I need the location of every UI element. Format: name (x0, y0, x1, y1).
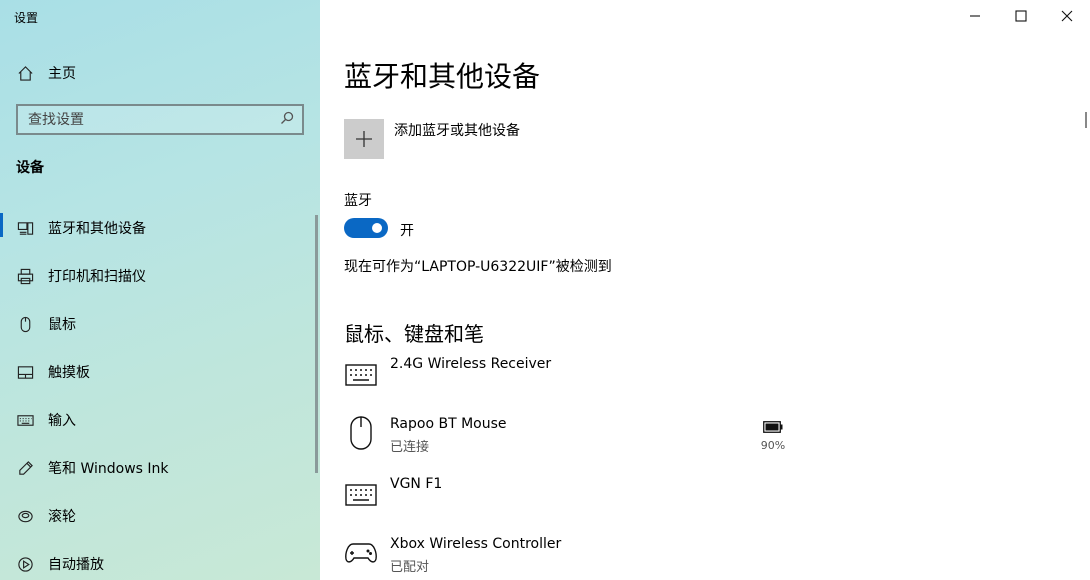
bluetooth-heading: 蓝牙 (344, 193, 372, 209)
autoplay-icon (16, 555, 34, 573)
device-name: Rapoo BT Mouse (390, 416, 507, 432)
main-scrollbar[interactable] (1085, 112, 1087, 128)
sidebar-scrollbar[interactable] (315, 215, 318, 473)
keyboard-icon (344, 478, 378, 512)
mouse-icon (16, 315, 34, 333)
sidebar-item-label: 主页 (48, 66, 76, 82)
device-name: VGN F1 (390, 476, 443, 492)
battery-indicator: 90% (758, 418, 788, 452)
page-title: 蓝牙和其他设备 (344, 60, 541, 93)
device-name: Xbox Wireless Controller (390, 536, 562, 552)
search-box[interactable] (16, 104, 304, 135)
device-name: 2.4G Wireless Receiver (390, 356, 552, 372)
sidebar-nav: 蓝牙和其他设备 打印机和扫描仪 鼠标 触摸板 输入 笔和 Windows Ink… (0, 204, 320, 580)
battery-icon (763, 421, 783, 433)
add-device-button[interactable] (344, 119, 384, 159)
printer-icon (16, 267, 34, 285)
sidebar-item-label: 自动播放 (48, 557, 104, 573)
plus-icon (356, 131, 372, 147)
toggle-knob (372, 223, 382, 233)
main-content: 蓝牙和其他设备 添加蓝牙或其他设备 蓝牙 开 现在可作为“LAPTOP-U632… (320, 0, 1090, 580)
search-icon[interactable] (280, 110, 294, 129)
sidebar-item-label: 输入 (48, 413, 76, 429)
bluetooth-toggle[interactable] (344, 218, 388, 238)
device-item-receiver[interactable]: 2.4G Wireless Receiver (344, 356, 844, 404)
sidebar-item-wheel[interactable]: 滚轮 (0, 492, 320, 540)
sidebar-item-label: 鼠标 (48, 317, 76, 333)
bluetooth-toggle-label: 开 (400, 223, 414, 239)
sidebar-item-touchpad[interactable]: 触摸板 (0, 348, 320, 396)
wheel-icon (16, 507, 34, 525)
mouse-icon (344, 416, 378, 450)
keyboard-icon (344, 358, 378, 392)
device-item-xbox-controller[interactable]: Xbox Wireless Controller 已配对 (344, 536, 844, 580)
mouse-keyboard-pen-heading: 鼠标、键盘和笔 (344, 322, 484, 346)
sidebar-item-label: 笔和 Windows Ink (48, 461, 169, 477)
sidebar-item-printers[interactable]: 打印机和扫描仪 (0, 252, 320, 300)
section-title: 设备 (16, 160, 44, 176)
sidebar-item-label: 蓝牙和其他设备 (48, 221, 146, 237)
device-status: 已连接 (390, 440, 430, 455)
pen-icon (16, 459, 34, 477)
device-status: 已配对 (390, 560, 430, 575)
sidebar: 设置 主页 设备 蓝牙和其他设备 打印机和扫描仪 (0, 0, 320, 580)
bluetooth-devices-icon (16, 219, 34, 237)
home-icon (16, 64, 34, 82)
sidebar-item-pen[interactable]: 笔和 Windows Ink (0, 444, 320, 492)
sidebar-item-bluetooth[interactable]: 蓝牙和其他设备 (0, 204, 320, 252)
search-input[interactable] (28, 111, 258, 128)
discoverable-text: 现在可作为“LAPTOP-U6322UIF”被检测到 (344, 259, 612, 275)
add-device-label[interactable]: 添加蓝牙或其他设备 (394, 120, 520, 140)
gamepad-icon (344, 536, 378, 570)
battery-percentage: 90% (760, 439, 786, 452)
sidebar-item-home[interactable]: 主页 (0, 56, 320, 90)
app-title: 设置 (14, 11, 39, 25)
sidebar-item-typing[interactable]: 输入 (0, 396, 320, 444)
sidebar-item-autoplay[interactable]: 自动播放 (0, 540, 320, 580)
touchpad-icon (16, 363, 34, 381)
sidebar-item-mouse[interactable]: 鼠标 (0, 300, 320, 348)
sidebar-item-label: 打印机和扫描仪 (48, 269, 146, 285)
sidebar-item-label: 滚轮 (48, 509, 76, 525)
sidebar-item-label: 触摸板 (48, 365, 90, 381)
keyboard-icon (16, 411, 34, 429)
device-item-vgn-f1[interactable]: VGN F1 (344, 476, 844, 524)
